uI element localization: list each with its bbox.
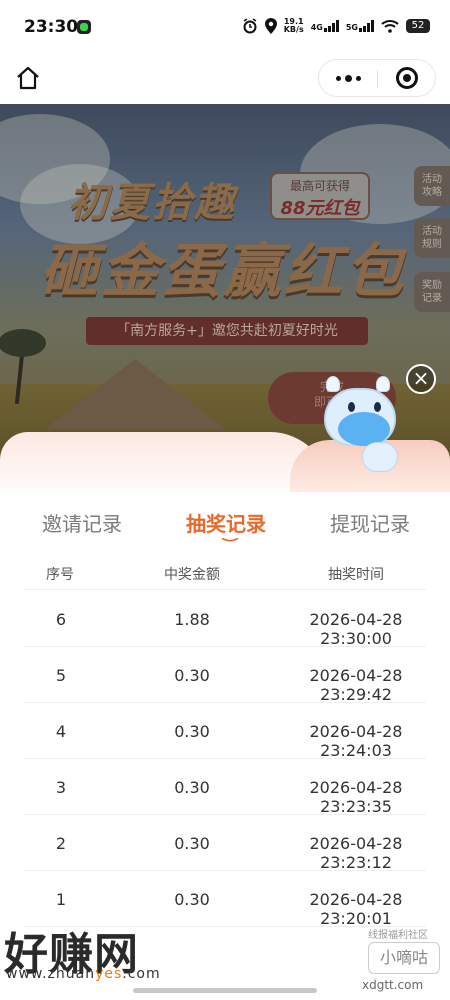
status-icons: 19.1 KB/s 4G 5G 52 [242, 18, 430, 34]
table-header: 序号 中奖金额 抽奖时间 [24, 556, 426, 590]
home-indicator[interactable] [133, 988, 317, 993]
header-time: 抽奖时间 [328, 567, 384, 583]
row-index: 5 [55, 666, 67, 685]
row-amount: 0.30 [174, 666, 210, 685]
row-index: 1 [55, 890, 67, 909]
row-amount: 0.30 [174, 890, 210, 909]
signal-4g: 4G [311, 20, 339, 32]
app-notification-icon [77, 20, 91, 34]
row-index: 6 [55, 610, 67, 629]
table-row: 6 1.88 2026-04-28 23:30:00 [24, 591, 426, 648]
header-amount: 中奖金额 [164, 567, 220, 583]
table-row: 4 0.30 2026-04-28 23:24:03 [24, 703, 426, 760]
banner-subtitle: 「南方服务+」邀您共赴初夏好时光 [86, 317, 368, 345]
side-tab-records[interactable]: 奖励 记录 [414, 272, 450, 312]
active-tab-indicator [221, 538, 239, 542]
more-button[interactable] [319, 60, 377, 96]
side-tab-rules[interactable]: 活动 规则 [414, 218, 450, 258]
table-row: 3 0.30 2026-04-28 23:23:35 [24, 759, 426, 816]
table-row: 5 0.30 2026-04-28 23:29:42 [24, 647, 426, 704]
alarm-icon [243, 18, 257, 34]
max-reward-badge: 最高可获得 88元红包 [270, 172, 370, 220]
close-popup-button[interactable]: × [406, 364, 436, 394]
banner-title-line2: 砸金蛋赢红包 [40, 237, 407, 305]
home-button[interactable] [12, 62, 44, 94]
row-index: 3 [55, 778, 67, 797]
watermark-caption-right: 线报福利社区 [368, 930, 428, 941]
row-time: 2026-04-28 23:23:35 [309, 778, 403, 816]
watermark-url-left: www.zhuanyes.com [6, 966, 161, 982]
wifi-icon [381, 20, 399, 33]
side-tab-guide[interactable]: 活动 攻略 [414, 166, 450, 206]
status-time: 23:30 [24, 17, 79, 37]
row-amount: 1.88 [174, 610, 210, 629]
cow-mascot-image [318, 372, 410, 472]
tent-decoration [45, 359, 225, 429]
capsule-divider [377, 70, 378, 88]
home-icon [17, 66, 39, 90]
table-row: 2 0.30 2026-04-28 23:23:12 [24, 815, 426, 872]
row-time: 2026-04-28 23:23:12 [309, 834, 403, 872]
row-amount: 0.30 [174, 722, 210, 741]
row-amount: 0.30 [174, 834, 210, 853]
row-index: 2 [55, 834, 67, 853]
row-time: 2026-04-28 23:30:00 [309, 610, 403, 648]
tab-invite-records[interactable]: 邀请记录 [42, 508, 122, 537]
header-index: 序号 [46, 567, 74, 583]
row-amount: 0.30 [174, 778, 210, 797]
watermark-logo-right: 小嘀咕 [368, 942, 440, 974]
record-tabs: 邀请记录 抽奖记录 提现记录 [0, 502, 450, 544]
close-program-button[interactable] [396, 67, 418, 89]
battery-indicator: 52 [406, 19, 430, 33]
row-time: 2026-04-28 23:24:03 [309, 722, 403, 760]
tab-lottery-records[interactable]: 抽奖记录 [186, 508, 266, 537]
nav-bar [0, 56, 450, 104]
row-index: 4 [55, 722, 67, 741]
mini-program-capsule [318, 59, 436, 97]
banner-title-line1: 初夏拾趣 [68, 180, 236, 226]
row-time: 2026-04-28 23:20:01 [309, 890, 403, 928]
signal-5g: 5G [346, 20, 374, 32]
tree-decoration [0, 329, 46, 357]
status-bar: 23:30 19.1 KB/s 4G 5G 52 [0, 0, 450, 56]
row-time: 2026-04-28 23:29:42 [309, 666, 403, 704]
watermark-url-right: xdgtt.com [362, 978, 424, 992]
net-speed: 19.1 KB/s [283, 17, 304, 34]
tab-withdraw-records[interactable]: 提现记录 [330, 508, 410, 537]
location-icon [264, 18, 277, 34]
